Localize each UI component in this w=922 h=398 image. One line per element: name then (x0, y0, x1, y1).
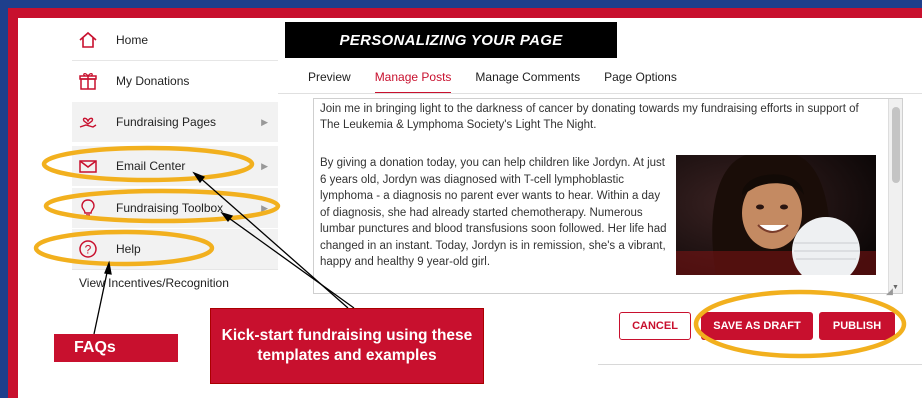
tab-page-options[interactable]: Page Options (604, 64, 677, 94)
sidebar-item-home[interactable]: Home (72, 20, 278, 60)
post-editor[interactable]: Join me in bringing light to the darknes… (313, 98, 903, 294)
sidebar-item-fundraising-toolbox[interactable]: Fundraising Toolbox ▶ (72, 188, 278, 228)
sidebar-item-help[interactable]: ? Help (72, 229, 278, 269)
publish-button[interactable]: PUBLISH (819, 312, 895, 340)
sidebar-item-my-donations[interactable]: My Donations (72, 61, 278, 101)
resize-grip-icon[interactable]: ◢ (886, 286, 893, 297)
svg-text:?: ? (85, 243, 92, 257)
chevron-right-icon: ▶ (261, 202, 268, 213)
sidebar-item-label: Fundraising Pages (116, 115, 217, 129)
story-photo (676, 155, 876, 275)
faqs-callout: FAQs (54, 334, 178, 362)
page-title: PERSONALIZING YOUR PAGE (285, 22, 617, 58)
hand-heart-icon (76, 110, 100, 134)
sidebar-item-label: My Donations (116, 74, 190, 88)
divider (598, 364, 922, 365)
sidebar-item-label: Email Center (116, 159, 186, 173)
lightbulb-icon (76, 196, 100, 220)
tab-manage-comments[interactable]: Manage Comments (475, 64, 580, 94)
templates-callout: Kick-start fundraising using these templ… (210, 308, 484, 384)
editor-story-text: By giving a donation today, you can help… (320, 157, 667, 268)
scroll-thumb[interactable] (892, 107, 900, 183)
editor-intro-text: Join me in bringing light to the darknes… (320, 103, 859, 131)
divider (72, 269, 278, 270)
chevron-right-icon: ▶ (261, 160, 268, 171)
chevron-right-icon: ▶ (261, 116, 268, 127)
help-icon: ? (76, 237, 100, 261)
tab-preview[interactable]: Preview (308, 64, 351, 94)
envelope-icon (76, 154, 100, 178)
sidebar-item-fundraising-pages[interactable]: Fundraising Pages ▶ (72, 102, 278, 142)
divider (278, 93, 922, 94)
editor-scrollbar[interactable]: ▼ (888, 99, 902, 293)
save-as-draft-button[interactable]: SAVE AS DRAFT (701, 312, 813, 340)
cancel-button[interactable]: CANCEL (619, 312, 691, 340)
sidebar-item-label: Help (116, 242, 141, 256)
tab-bar: Preview Manage Posts Manage Comments Pag… (296, 64, 689, 94)
sidebar-item-email-center[interactable]: Email Center ▶ (72, 146, 278, 186)
scroll-down-icon[interactable]: ▼ (892, 284, 899, 291)
sidebar-item-label: Home (116, 33, 149, 47)
view-incentives-link[interactable]: View Incentives/Recognition (79, 276, 229, 290)
app-window: Home My Donations Fundraising Pages ▶ Em… (18, 18, 922, 398)
gift-icon (76, 69, 100, 93)
home-icon (76, 28, 100, 52)
sidebar-item-label: Fundraising Toolbox (116, 201, 224, 215)
tab-manage-posts[interactable]: Manage Posts (374, 64, 451, 94)
